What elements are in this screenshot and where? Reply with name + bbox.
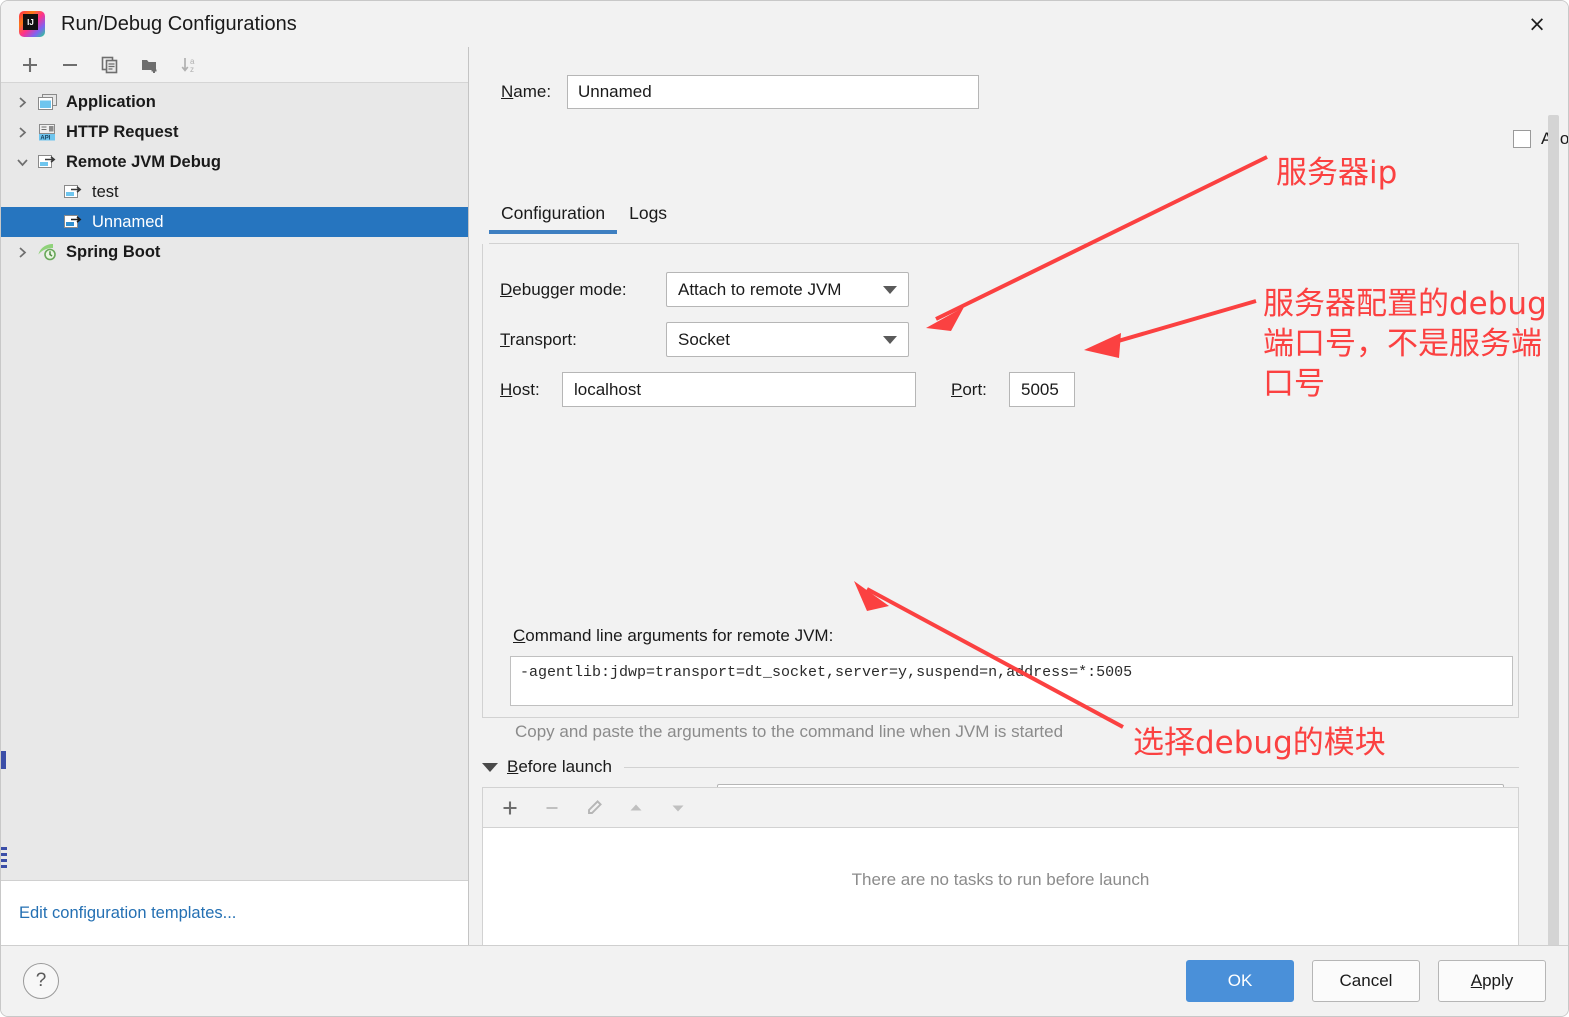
before-launch-empty-text: There are no tasks to run before launch (851, 870, 1150, 889)
dialog-footer: ? OK Cancel Apply (1, 945, 1568, 1016)
tab-configuration[interactable]: Configuration (489, 203, 618, 234)
before-launch-task-list[interactable]: There are no tasks to run before launch (482, 827, 1519, 946)
edge-marker-bottom (1, 847, 7, 869)
host-label: Host: (500, 379, 540, 399)
editor-tabs: Configuration Logs (489, 203, 679, 234)
checkbox-box[interactable] (1513, 130, 1531, 148)
configurations-tree: Application API HTTP Request Remote JVM … (1, 83, 468, 880)
sort-configurations-button[interactable]: a z (171, 50, 209, 80)
help-button[interactable]: ? (23, 963, 59, 999)
run-debug-configurations-dialog: Run/Debug Configurations × (0, 0, 1569, 1017)
name-label: Name: (501, 82, 552, 101)
chevron-down-icon (883, 335, 897, 344)
cancel-button[interactable]: Cancel (1312, 960, 1420, 1002)
before-launch-toolbar (482, 787, 1519, 827)
title-bar: Run/Debug Configurations × (1, 1, 1568, 47)
command-line-arguments-field[interactable]: -agentlib:jdwp=transport=dt_socket,serve… (510, 656, 1513, 706)
command-line-hint: Copy and paste the arguments to the comm… (515, 722, 1064, 741)
name-input[interactable] (567, 75, 979, 109)
tree-item-http-request[interactable]: API HTTP Request (1, 117, 468, 147)
remote-jvm-icon (61, 211, 85, 233)
before-launch-title: Before launch (507, 757, 612, 776)
tree-item-spring-boot[interactable]: Spring Boot (1, 237, 468, 267)
debugger-mode-label: Debugger mode: (500, 279, 627, 299)
dialog-buttons: OK Cancel Apply (1186, 960, 1546, 1002)
tree-item-label: HTTP Request (66, 122, 179, 141)
move-up-button[interactable] (617, 793, 655, 823)
port-input[interactable] (1009, 372, 1075, 407)
remove-task-button[interactable] (533, 793, 571, 823)
debugger-mode-value: Attach to remote JVM (678, 279, 842, 299)
new-folder-button[interactable] (131, 50, 169, 80)
remote-jvm-icon (35, 151, 59, 173)
copy-configuration-button[interactable] (91, 50, 129, 80)
tree-item-label: Remote JVM Debug (66, 152, 221, 171)
annotation-debug-port: 服务器配置的debug 端口号，不是服务端 口号 (1263, 286, 1547, 402)
chevron-right-icon[interactable] (9, 117, 35, 147)
remove-configuration-button[interactable] (51, 50, 89, 80)
allow-multiple-instances-checkbox[interactable]: Allow multiple instances (1513, 129, 1568, 149)
add-configuration-button[interactable] (11, 50, 49, 80)
edit-task-button[interactable] (575, 793, 613, 823)
spring-boot-icon (35, 241, 59, 263)
transport-select[interactable]: Socket (666, 322, 909, 357)
chevron-right-icon[interactable] (9, 87, 35, 117)
window-title: Run/Debug Configurations (61, 12, 297, 35)
edge-marker-top (1, 751, 6, 769)
debugger-mode-select[interactable]: Attach to remote JVM (666, 272, 909, 307)
command-line-arguments-label: Command line arguments for remote JVM: (513, 626, 834, 645)
tree-item-label: Unnamed (92, 212, 164, 231)
intellij-idea-icon (19, 11, 45, 37)
annotation-debug-module: 选择debug的模块 (1133, 725, 1386, 761)
svg-text:z: z (190, 65, 194, 74)
annotation-server-ip: 服务器ip (1276, 155, 1398, 191)
transport-value: Socket (678, 329, 730, 349)
tree-item-label: Application (66, 92, 156, 111)
sidebar-footer: Edit configuration templates... (1, 880, 468, 946)
transport-row: Transport: Socket (500, 322, 909, 357)
tree-item-remote-jvm-debug[interactable]: Remote JVM Debug (1, 147, 468, 177)
application-icon (35, 91, 59, 113)
sidebar-toolbar: a z (1, 47, 468, 83)
configuration-editor-panel: Name: Allow multiple instances Store as … (469, 47, 1568, 946)
name-row: Name: (501, 75, 1531, 109)
chevron-down-icon[interactable] (9, 147, 35, 177)
edit-configuration-templates-link[interactable]: Edit configuration templates... (19, 904, 236, 923)
debugger-mode-row: Debugger mode: Attach to remote JVM (500, 272, 909, 307)
host-row: Host: Port: (500, 372, 1075, 407)
chevron-down-icon (883, 285, 897, 294)
close-icon[interactable]: × (1506, 1, 1568, 47)
transport-label: Transport: (500, 329, 577, 349)
tab-logs[interactable]: Logs (617, 203, 679, 234)
port-label: Port: (951, 379, 987, 399)
svg-text:API: API (40, 135, 50, 140)
vertical-scrollbar[interactable] (1548, 115, 1559, 946)
ok-button[interactable]: OK (1186, 960, 1294, 1002)
apply-button[interactable]: Apply (1438, 960, 1546, 1002)
tree-item-unnamed[interactable]: Unnamed (1, 207, 468, 237)
add-task-button[interactable] (491, 793, 529, 823)
collapse-triangle-icon[interactable] (482, 762, 498, 772)
tree-item-test[interactable]: test (1, 177, 468, 207)
http-request-icon: API (35, 121, 59, 143)
chevron-right-icon[interactable] (9, 237, 35, 267)
remote-jvm-icon (61, 181, 85, 203)
before-launch-divider (623, 766, 1519, 768)
move-down-button[interactable] (659, 793, 697, 823)
tree-item-application[interactable]: Application (1, 87, 468, 117)
host-input[interactable] (562, 372, 916, 407)
tree-item-label: test (92, 182, 119, 201)
tree-item-label: Spring Boot (66, 242, 161, 261)
configurations-sidebar: a z Application API HTTP Request Remote … (1, 47, 469, 946)
